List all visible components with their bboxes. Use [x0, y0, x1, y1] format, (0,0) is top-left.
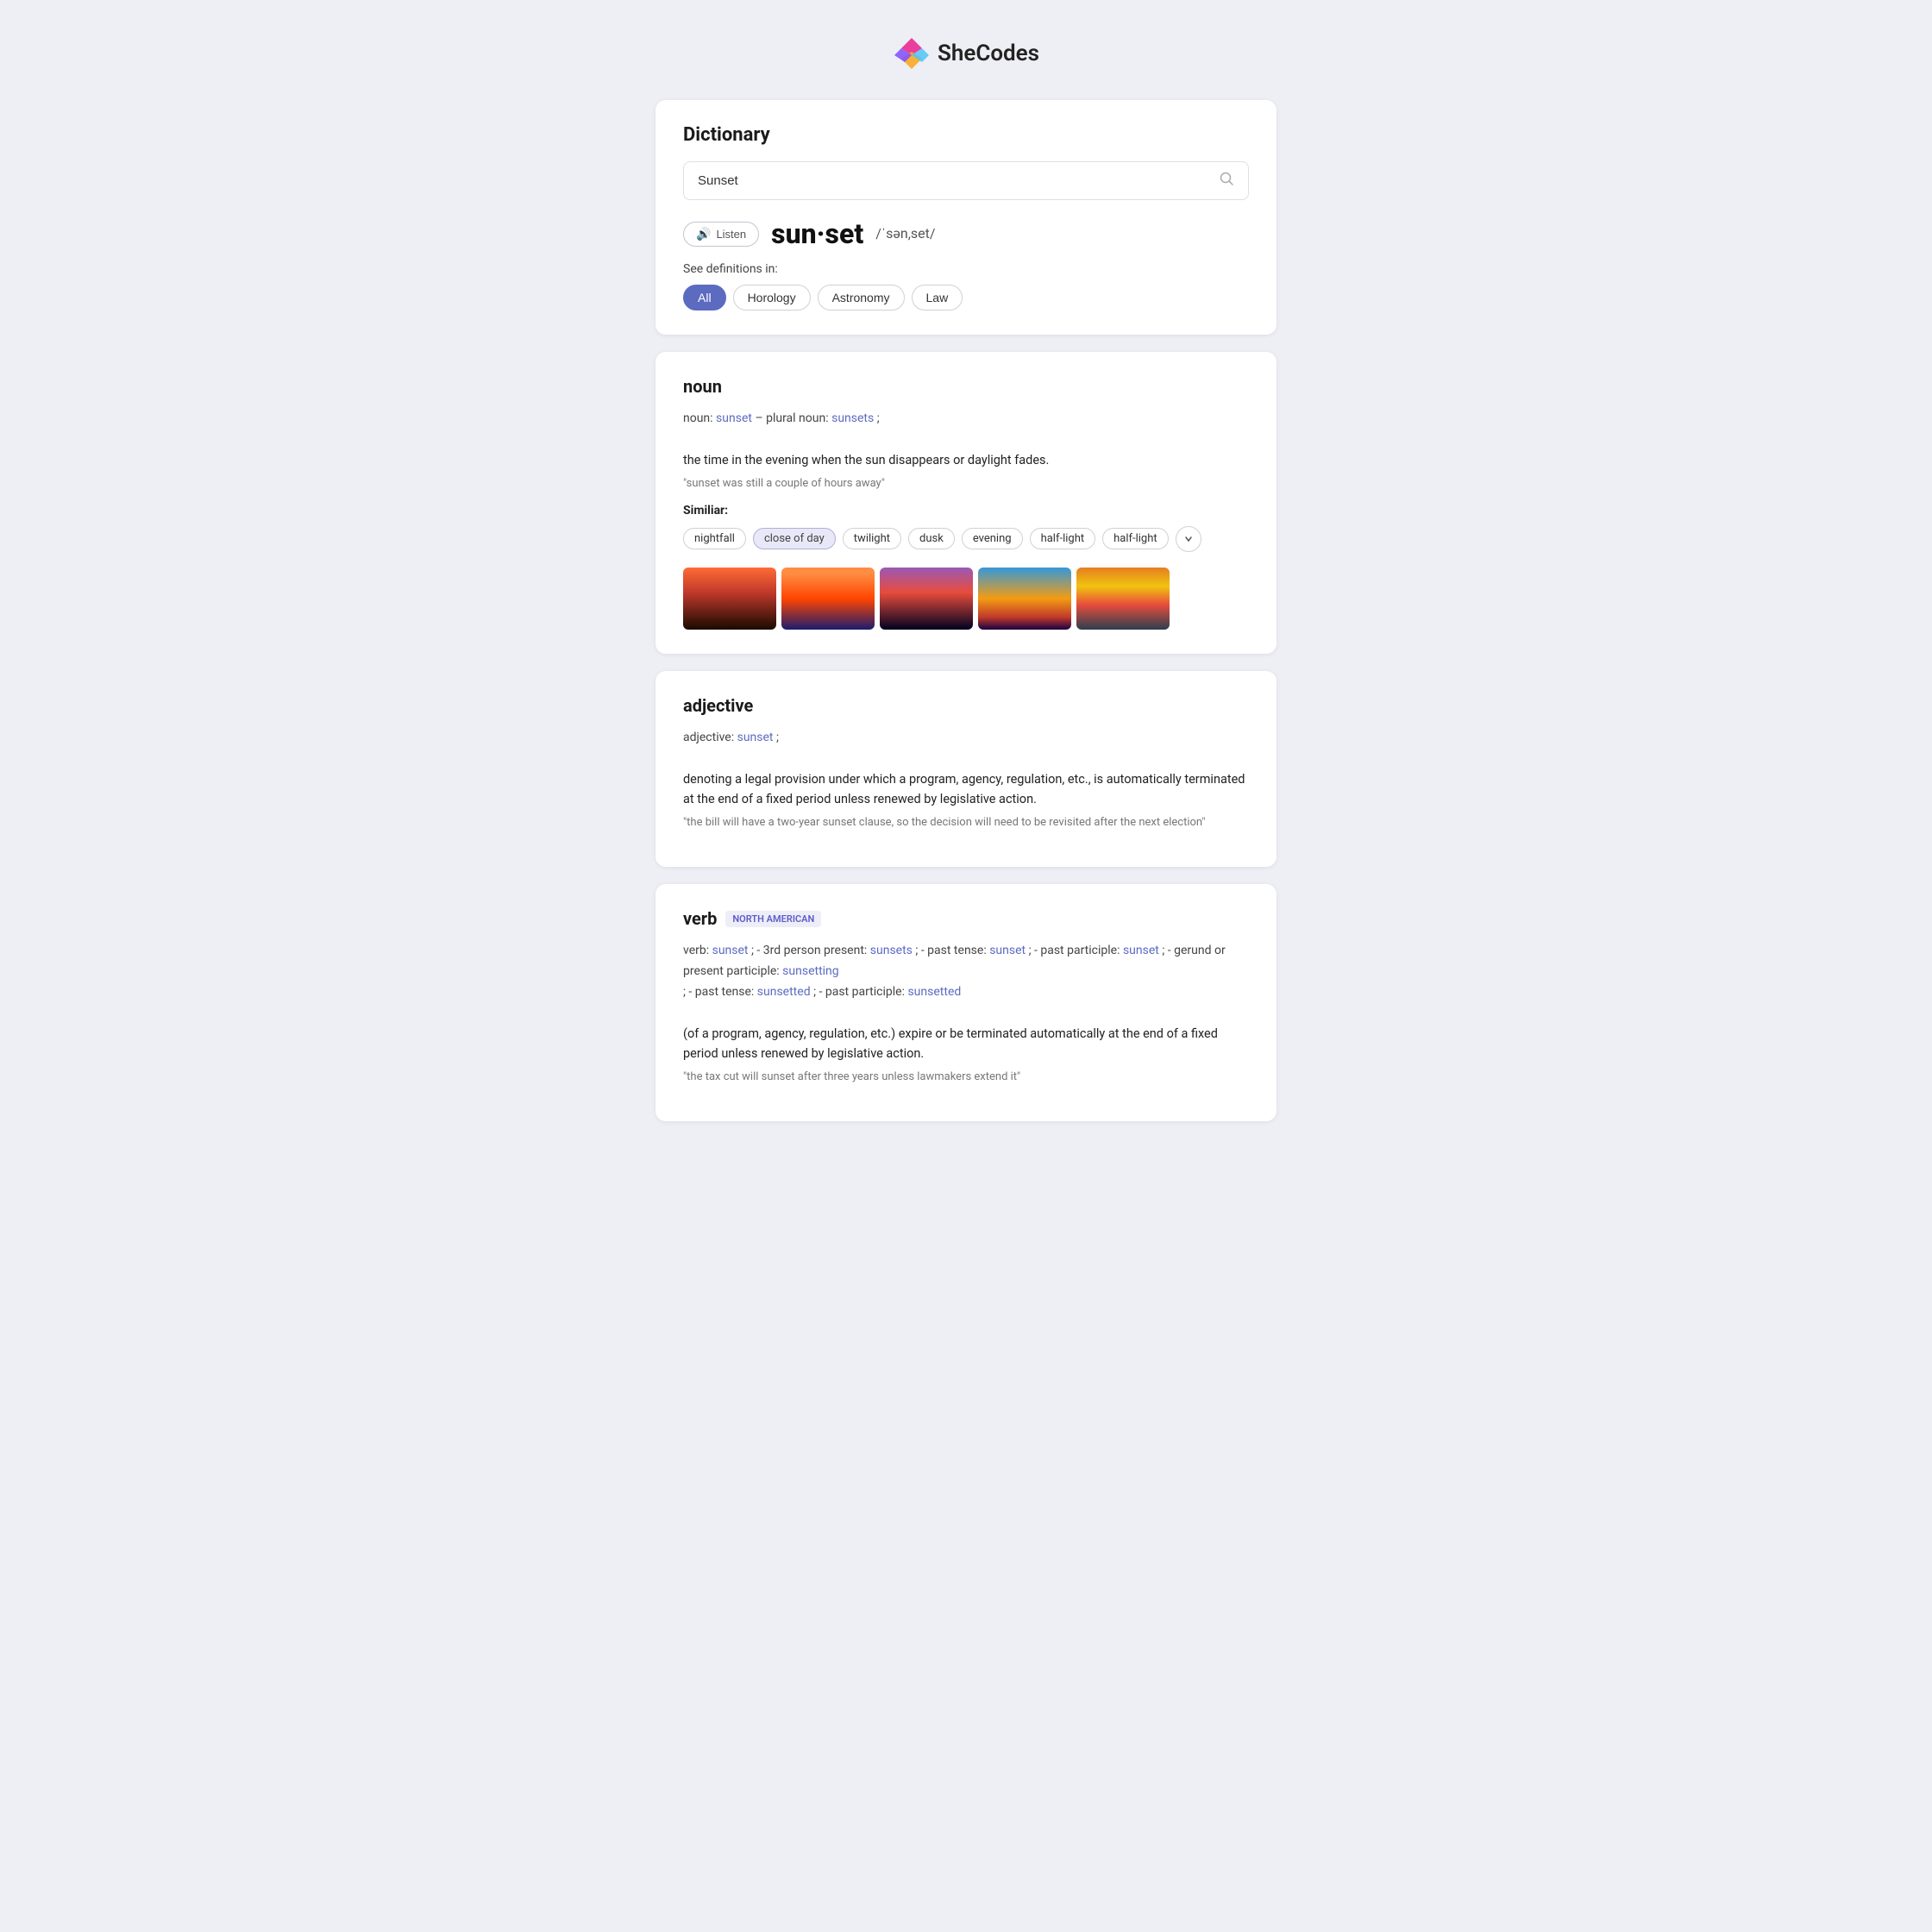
- sunset-image-1[interactable]: [683, 568, 776, 630]
- logo-icon: [893, 34, 931, 72]
- adjective-semicolon: ;: [776, 731, 779, 744]
- filter-buttons: All Horology Astronomy Law: [683, 285, 1249, 310]
- verb-example: "the tax cut will sunset after three yea…: [683, 1070, 1249, 1083]
- word-display: sun·set: [771, 217, 863, 250]
- phonetic: /ˈsən,set/: [875, 225, 935, 242]
- verb-header: verb NORTH AMERICAN: [683, 908, 1249, 929]
- noun-card: noun noun: sunset – plural noun: sunsets…: [656, 352, 1276, 654]
- adjective-definition: denoting a legal provision under which a…: [683, 769, 1249, 809]
- verb-forms: verb: sunset ; - 3rd person present: sun…: [683, 941, 1249, 1002]
- verb-word-1[interactable]: sunsets: [870, 944, 913, 957]
- verb-definition: (of a program, agency, regulation, etc.)…: [683, 1024, 1249, 1063]
- word-header: 🔊 Listen sun·set /ˈsən,set/: [683, 217, 1249, 250]
- page-title: Dictionary: [683, 124, 1249, 146]
- verb-word-3[interactable]: sunset: [1123, 944, 1159, 957]
- synonym-dusk[interactable]: dusk: [908, 528, 955, 549]
- verb-card: verb NORTH AMERICAN verb: sunset ; - 3rd…: [656, 884, 1276, 1121]
- synonym-twilight[interactable]: twilight: [843, 528, 901, 549]
- see-definitions-label: See definitions in:: [683, 262, 1249, 276]
- noun-forms: noun: sunset – plural noun: sunsets ;: [683, 409, 1249, 430]
- filter-astronomy[interactable]: Astronomy: [818, 285, 905, 310]
- verb-forms-sep-2: ; - past tense:: [915, 944, 989, 957]
- verb-forms-sep-5: ; - past tense:: [683, 985, 757, 999]
- sunset-images: [683, 568, 1249, 630]
- adjective-example: "the bill will have a two-year sunset cl…: [683, 816, 1249, 829]
- synonym-nightfall[interactable]: nightfall: [683, 528, 746, 549]
- noun-word-link[interactable]: sunset: [716, 411, 752, 425]
- sunset-image-4[interactable]: [978, 568, 1071, 630]
- logo-text: SheCodes: [938, 41, 1039, 66]
- speaker-icon: 🔊: [696, 227, 711, 242]
- noun-example: "sunset was still a couple of hours away…: [683, 477, 1249, 490]
- listen-label: Listen: [716, 228, 746, 241]
- search-box: [683, 161, 1249, 200]
- filter-law[interactable]: Law: [912, 285, 963, 310]
- verb-forms-sep-3: ; - past participle:: [1029, 944, 1123, 957]
- verb-forms-sep-1: ; - 3rd person present:: [751, 944, 870, 957]
- noun-plural-link[interactable]: sunsets: [831, 411, 874, 425]
- adjective-card: adjective adjective: sunset ; denoting a…: [656, 671, 1276, 867]
- noun-pos: noun: [683, 376, 1249, 397]
- logo: SheCodes: [893, 34, 1039, 72]
- page-header: SheCodes: [17, 34, 1915, 72]
- verb-forms-prefix-0: verb:: [683, 944, 712, 957]
- chevron-down-icon: [1184, 535, 1193, 543]
- noun-semicolon: ;: [877, 411, 880, 425]
- adjective-pos: adjective: [683, 695, 1249, 716]
- adjective-forms-prefix: adjective:: [683, 731, 734, 744]
- verb-word-5[interactable]: sunsetted: [757, 985, 811, 999]
- north-american-badge: NORTH AMERICAN: [725, 911, 821, 927]
- sunset-image-3[interactable]: [880, 568, 973, 630]
- synonym-half-light-1[interactable]: half-light: [1030, 528, 1096, 549]
- verb-pos: verb: [683, 908, 717, 929]
- synonyms-row: nightfall close of day twilight dusk eve…: [683, 526, 1249, 552]
- noun-definition: the time in the evening when the sun dis…: [683, 450, 1249, 470]
- search-icon: [1219, 171, 1234, 186]
- search-card: Dictionary 🔊 Listen sun·set /ˈsən,set/ S…: [656, 100, 1276, 335]
- noun-forms-prefix: noun:: [683, 411, 713, 425]
- verb-word-4[interactable]: sunsetting: [782, 964, 838, 978]
- synonyms-expand-button[interactable]: [1176, 526, 1201, 552]
- verb-forms-sep-6: ; - past participle:: [813, 985, 907, 999]
- sunset-image-2[interactable]: [781, 568, 875, 630]
- main-content: Dictionary 🔊 Listen sun·set /ˈsən,set/ S…: [656, 100, 1276, 1121]
- synonym-half-light-2[interactable]: half-light: [1102, 528, 1169, 549]
- filter-horology[interactable]: Horology: [733, 285, 811, 310]
- adjective-word-link[interactable]: sunset: [737, 731, 774, 744]
- verb-word-6[interactable]: sunsetted: [907, 985, 961, 999]
- search-input[interactable]: [698, 173, 1219, 188]
- search-button[interactable]: [1219, 171, 1234, 191]
- filter-all[interactable]: All: [683, 285, 726, 310]
- adjective-forms: adjective: sunset ;: [683, 728, 1249, 749]
- noun-forms-sep1: – plural noun:: [755, 411, 828, 425]
- synonym-close-of-day[interactable]: close of day: [753, 528, 836, 549]
- listen-button[interactable]: 🔊 Listen: [683, 222, 759, 247]
- similiar-label: Similiar:: [683, 504, 1249, 518]
- sunset-image-5[interactable]: [1076, 568, 1170, 630]
- verb-word-0[interactable]: sunset: [712, 944, 749, 957]
- verb-word-2[interactable]: sunset: [989, 944, 1026, 957]
- synonym-evening[interactable]: evening: [962, 528, 1023, 549]
